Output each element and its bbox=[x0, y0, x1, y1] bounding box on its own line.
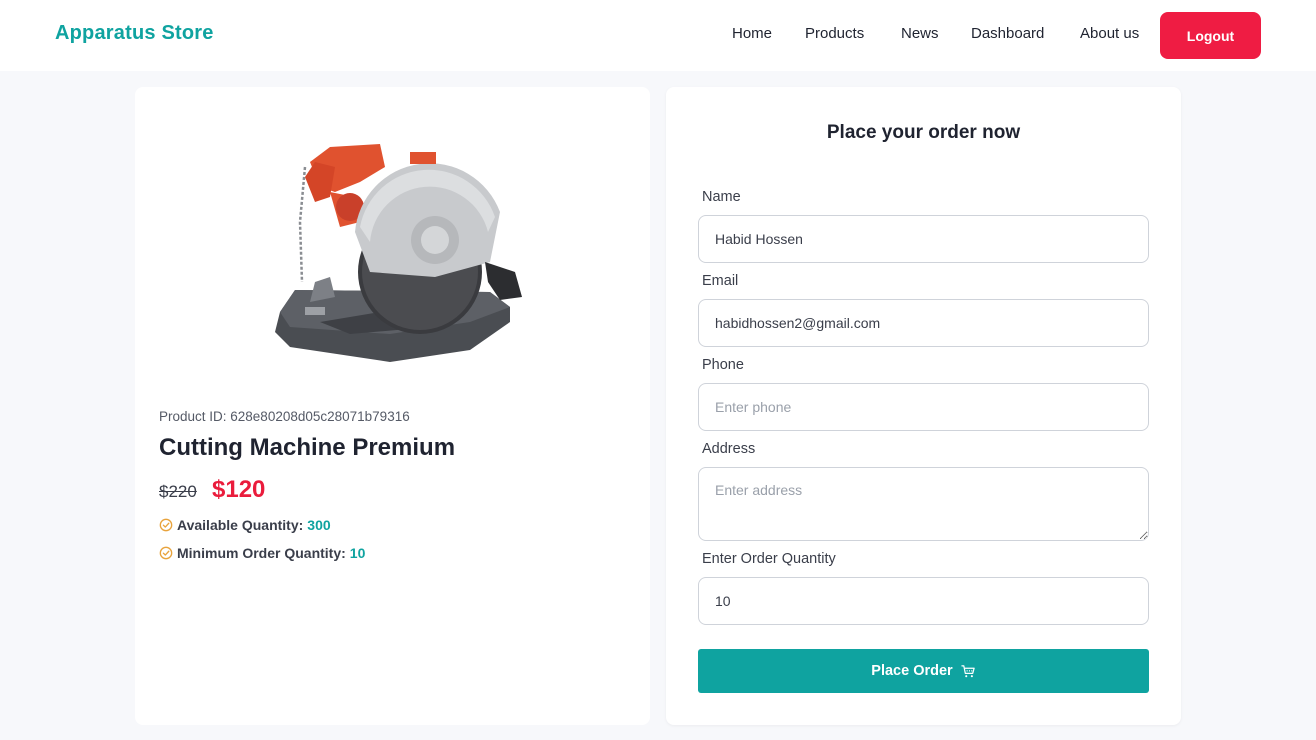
nav-about-us[interactable]: About us bbox=[1080, 25, 1139, 42]
name-field[interactable] bbox=[698, 215, 1149, 263]
place-order-button[interactable]: Place Order bbox=[698, 649, 1149, 693]
address-field[interactable] bbox=[698, 467, 1149, 541]
quantity-label: Enter Order Quantity bbox=[702, 551, 836, 567]
brand-logo[interactable]: Apparatus Store bbox=[55, 22, 214, 45]
place-order-label: Place Order bbox=[871, 663, 953, 679]
product-card: Product ID: 628e80208d05c28071b79316 Cut… bbox=[135, 87, 650, 725]
available-value: 300 bbox=[307, 517, 331, 533]
nav-home[interactable]: Home bbox=[732, 25, 772, 42]
nav-dashboard[interactable]: Dashboard bbox=[971, 25, 1044, 42]
minimum-label: Minimum Order Quantity: bbox=[177, 545, 346, 561]
phone-label: Phone bbox=[702, 357, 744, 373]
email-label: Email bbox=[702, 273, 739, 289]
name-label: Name bbox=[702, 189, 741, 205]
email-field[interactable] bbox=[698, 299, 1149, 347]
price-old: $220 bbox=[159, 482, 197, 501]
phone-field[interactable] bbox=[698, 383, 1149, 431]
available-label: Available Quantity: bbox=[177, 517, 304, 533]
top-navbar: Apparatus Store Home Products News Dashb… bbox=[0, 0, 1316, 71]
quantity-field[interactable] bbox=[698, 577, 1149, 625]
minimum-quantity: Minimum Order Quantity: 10 bbox=[159, 545, 365, 561]
price-new: $120 bbox=[212, 476, 266, 503]
form-title: Place your order now bbox=[826, 122, 1021, 143]
cart-icon bbox=[961, 664, 975, 677]
product-id: Product ID: 628e80208d05c28071b79316 bbox=[159, 409, 410, 424]
cutting-machine-image bbox=[275, 144, 522, 362]
check-circle-icon bbox=[159, 546, 173, 560]
nav-products[interactable]: Products bbox=[805, 25, 864, 42]
address-label: Address bbox=[702, 441, 756, 457]
minimum-value: 10 bbox=[349, 545, 366, 561]
logout-button[interactable]: Logout bbox=[1160, 12, 1261, 59]
order-form-card: Place your order now Name Email Phone Ad… bbox=[666, 87, 1181, 725]
available-quantity: Available Quantity: 300 bbox=[159, 517, 331, 533]
nav-news[interactable]: News bbox=[901, 25, 939, 42]
check-circle-icon bbox=[159, 518, 173, 532]
product-name: Cutting Machine Premium bbox=[159, 434, 456, 461]
